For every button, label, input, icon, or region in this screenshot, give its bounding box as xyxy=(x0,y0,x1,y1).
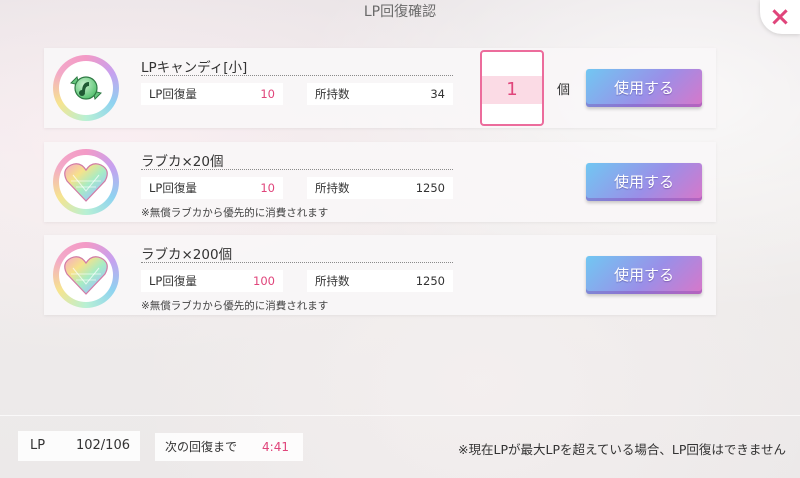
lp-label: LP xyxy=(30,438,46,453)
current-lp-box: LP 102/106 xyxy=(18,431,140,461)
rainbow-heart-icon xyxy=(53,149,119,215)
recover-amount-value: 10 xyxy=(260,181,275,195)
recover-amount-box: LP回復量 10 xyxy=(141,83,283,105)
owned-count-label: 所持数 xyxy=(315,87,350,101)
item-name: ラブカ×20個 xyxy=(141,154,224,170)
item-row-loveca-200: ラブカ×200個 LP回復量 100 所持数 1250 ※無償ラブカから優先的に… xyxy=(44,235,716,315)
quantity-value: 1 xyxy=(482,76,542,104)
item-row-loveca-20: ラブカ×20個 LP回復量 10 所持数 1250 ※無償ラブカから優先的に消費… xyxy=(44,142,716,222)
divider xyxy=(141,262,453,263)
recover-amount-box: LP回復量 10 xyxy=(141,177,283,199)
next-recovery-box: 次の回復まで 4:41 xyxy=(155,433,303,461)
owned-count-label: 所持数 xyxy=(315,181,350,195)
next-recovery-label: 次の回復まで xyxy=(165,440,238,454)
use-button-lp-candy[interactable]: 使用する xyxy=(586,69,702,107)
item-row-lp-candy: LPキャンディ[小] LP回復量 10 所持数 34 1 個 使用する xyxy=(44,48,716,128)
divider xyxy=(141,75,453,76)
owned-count-box: 所持数 34 xyxy=(307,83,453,105)
recover-amount-box: LP回復量 100 xyxy=(141,270,283,292)
owned-count-label: 所持数 xyxy=(315,274,350,288)
footer-divider xyxy=(0,415,800,416)
recover-amount-label: LP回復量 xyxy=(149,87,197,101)
close-icon: × xyxy=(769,2,791,32)
lp-value: 102/106 xyxy=(75,438,130,453)
lp-cap-note: ※現在LPが最大LPを超えている場合、LP回復はできません xyxy=(458,442,786,457)
divider xyxy=(141,169,453,170)
quantity-unit: 個 xyxy=(557,83,571,98)
item-name: ラブカ×200個 xyxy=(141,247,233,263)
item-name: LPキャンディ[小] xyxy=(141,60,248,76)
recover-amount-label: LP回復量 xyxy=(149,274,197,288)
owned-count-value: 34 xyxy=(430,87,445,101)
owned-count-box: 所持数 1250 xyxy=(307,270,453,292)
rainbow-heart-icon xyxy=(53,242,119,308)
quantity-selector[interactable]: 1 xyxy=(480,50,544,126)
dialog-title: LP回復確認 xyxy=(363,4,437,20)
candy-icon xyxy=(53,55,119,121)
recover-amount-value: 100 xyxy=(253,274,275,288)
owned-count-box: 所持数 1250 xyxy=(307,177,453,199)
next-recovery-time: 4:41 xyxy=(262,440,289,454)
consumption-note: ※無償ラブカから優先的に消費されます xyxy=(141,300,329,312)
consumption-note: ※無償ラブカから優先的に消費されます xyxy=(141,207,329,219)
recover-amount-value: 10 xyxy=(260,87,275,101)
use-button-loveca-200[interactable]: 使用する xyxy=(586,256,702,294)
use-button-loveca-20[interactable]: 使用する xyxy=(586,163,702,201)
recover-amount-label: LP回復量 xyxy=(149,181,197,195)
owned-count-value: 1250 xyxy=(415,274,445,288)
owned-count-value: 1250 xyxy=(415,181,445,195)
